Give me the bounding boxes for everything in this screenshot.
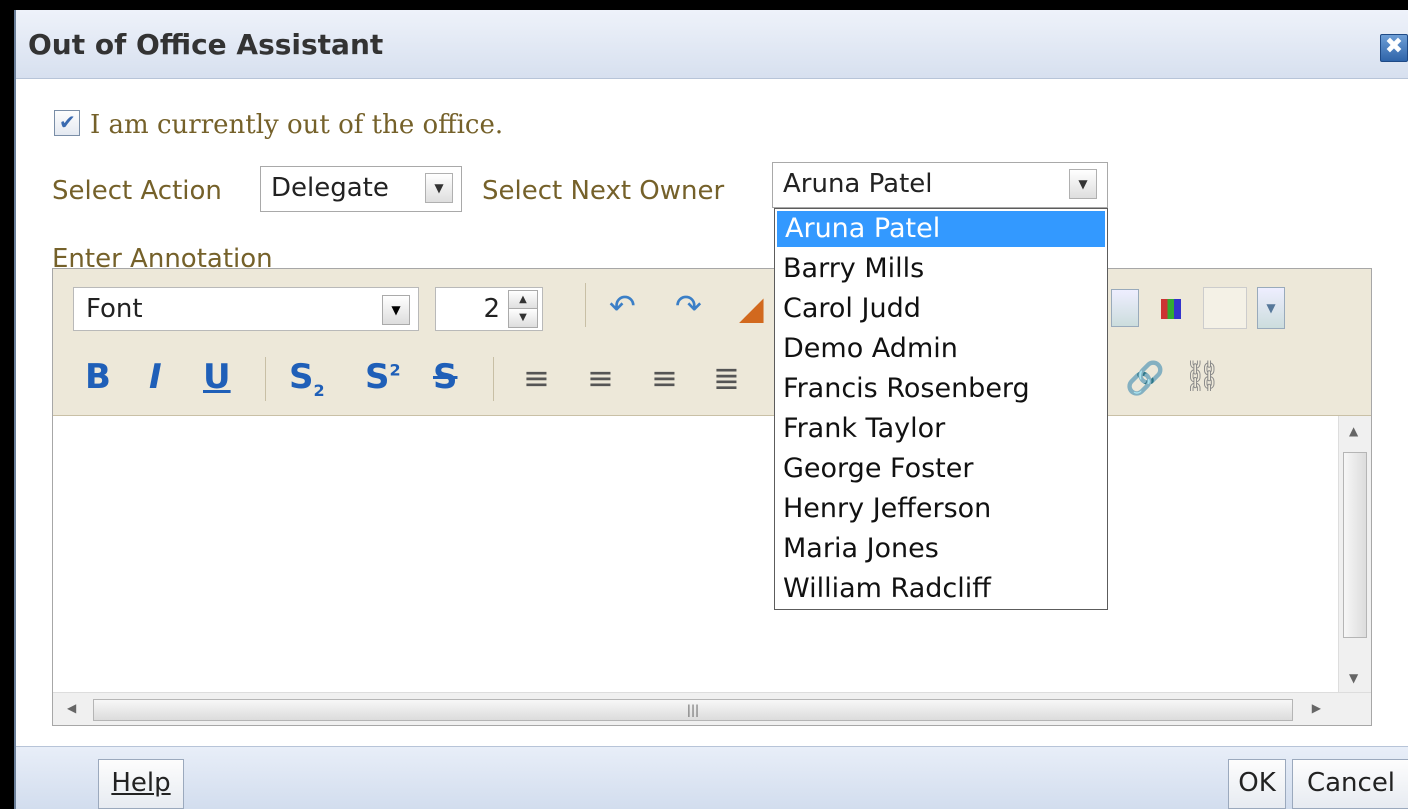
editor-toolbar-row-1: Font ▼ 2 ▲ ▼ ↶ ↷ ◢ ▼ [53, 269, 1371, 346]
dialog-title: Out of Office Assistant [28, 28, 384, 61]
out-of-office-dialog: Out of Office Assistant ✖ ✔ I am current… [14, 10, 1408, 809]
chevron-down-icon[interactable]: ▼ [382, 295, 410, 325]
dialog-titlebar: Out of Office Assistant ✖ [16, 10, 1408, 79]
owner-option[interactable]: Aruna Patel [777, 211, 1105, 247]
editor-toolbar-row-2: B I U S2 S2 S ≡ ≡ ≡ ≣ 🔗 ⛓ [53, 345, 1371, 416]
owner-option[interactable]: Carol Judd [775, 289, 1107, 329]
italic-icon[interactable]: I [149, 357, 162, 397]
redo-icon[interactable]: ↷ [675, 287, 702, 325]
select-action-dropdown[interactable]: Delegate ▼ [260, 166, 462, 212]
checkmark-icon: ✔ [59, 110, 76, 134]
font-size-value: 2 [483, 294, 500, 324]
undo-icon[interactable]: ↶ [609, 287, 636, 325]
out-of-office-label: I am currently out of the office. [90, 110, 504, 140]
justify-icon[interactable]: ≣ [713, 359, 740, 397]
owner-option[interactable]: Barry Mills [775, 249, 1107, 289]
subscript-icon[interactable]: S2 [289, 357, 325, 400]
chevron-down-icon[interactable] [1111, 289, 1139, 327]
chevron-down-icon[interactable]: ▼ [1069, 169, 1097, 199]
select-next-owner-dropdown[interactable]: Aruna Patel ▼ [772, 162, 1108, 208]
scroll-right-icon[interactable]: ▶ [1312, 701, 1321, 715]
font-size-stepper[interactable]: 2 ▲ ▼ [435, 287, 543, 331]
select-next-owner-value: Aruna Patel [783, 169, 933, 199]
owner-option[interactable]: Frank Taylor [775, 409, 1107, 449]
out-of-office-checkbox[interactable]: ✔ [54, 110, 80, 136]
align-center-icon[interactable]: ≡ [587, 359, 614, 397]
help-button-label: Help [111, 768, 171, 798]
owner-dropdown-list: Aruna Patel Barry Mills Carol Judd Demo … [774, 208, 1108, 610]
link-icon[interactable]: 🔗 [1125, 359, 1165, 397]
horizontal-scroll-thumb[interactable]: ||| [93, 699, 1293, 721]
horizontal-scrollbar[interactable]: ◀ ||| ▶ [53, 692, 1371, 725]
scroll-down-icon[interactable]: ▼ [1349, 671, 1358, 685]
owner-option[interactable]: Maria Jones [775, 529, 1107, 569]
scroll-left-icon[interactable]: ◀ [67, 701, 76, 715]
owner-option[interactable]: Henry Jefferson [775, 489, 1107, 529]
toolbar-divider [493, 357, 494, 401]
superscript-icon[interactable]: S2 [365, 357, 401, 397]
toolbar-divider [265, 357, 266, 401]
vertical-scroll-thumb[interactable] [1343, 452, 1367, 638]
scroll-up-icon[interactable]: ▲ [1349, 424, 1358, 438]
dialog-footer: Help OK Cancel [16, 746, 1408, 809]
cancel-button[interactable]: Cancel [1292, 759, 1408, 809]
close-icon[interactable]: ✖ [1380, 34, 1408, 62]
chevron-down-icon[interactable]: ▼ [425, 173, 453, 203]
annotation-text-area[interactable] [53, 416, 1339, 693]
owner-option[interactable]: Francis Rosenberg [775, 369, 1107, 409]
underline-icon[interactable]: U [203, 357, 231, 397]
vertical-scrollbar[interactable]: ▲ ▼ [1338, 416, 1371, 693]
select-action-value: Delegate [271, 173, 389, 203]
align-left-icon[interactable]: ≡ [523, 359, 550, 397]
toolbar-divider [585, 283, 586, 327]
select-next-owner-label: Select Next Owner [482, 176, 725, 206]
rich-text-editor: Font ▼ 2 ▲ ▼ ↶ ↷ ◢ ▼ B I U S2 S2 S ≡ ≡ ≡… [52, 268, 1372, 726]
color-swatch[interactable] [1203, 287, 1247, 329]
unlink-icon[interactable]: ⛓ [1183, 359, 1221, 394]
increment-icon[interactable]: ▲ [508, 290, 538, 310]
font-select[interactable]: Font ▼ [73, 287, 419, 331]
owner-option[interactable]: William Radcliff [775, 569, 1107, 609]
decrement-icon[interactable]: ▼ [508, 308, 538, 328]
align-right-icon[interactable]: ≡ [651, 359, 678, 397]
owner-option[interactable]: George Foster [775, 449, 1107, 489]
chevron-down-icon[interactable]: ▼ [1257, 287, 1285, 329]
ok-button[interactable]: OK [1228, 759, 1286, 809]
color-grid-icon[interactable] [1161, 299, 1181, 319]
select-action-label: Select Action [52, 176, 222, 206]
bold-icon[interactable]: B [85, 357, 111, 397]
help-button[interactable]: Help [98, 759, 184, 809]
eraser-icon[interactable]: ◢ [739, 289, 764, 327]
owner-option[interactable]: Demo Admin [775, 329, 1107, 369]
font-select-value: Font [86, 294, 143, 324]
strikethrough-icon[interactable]: S [433, 357, 458, 397]
